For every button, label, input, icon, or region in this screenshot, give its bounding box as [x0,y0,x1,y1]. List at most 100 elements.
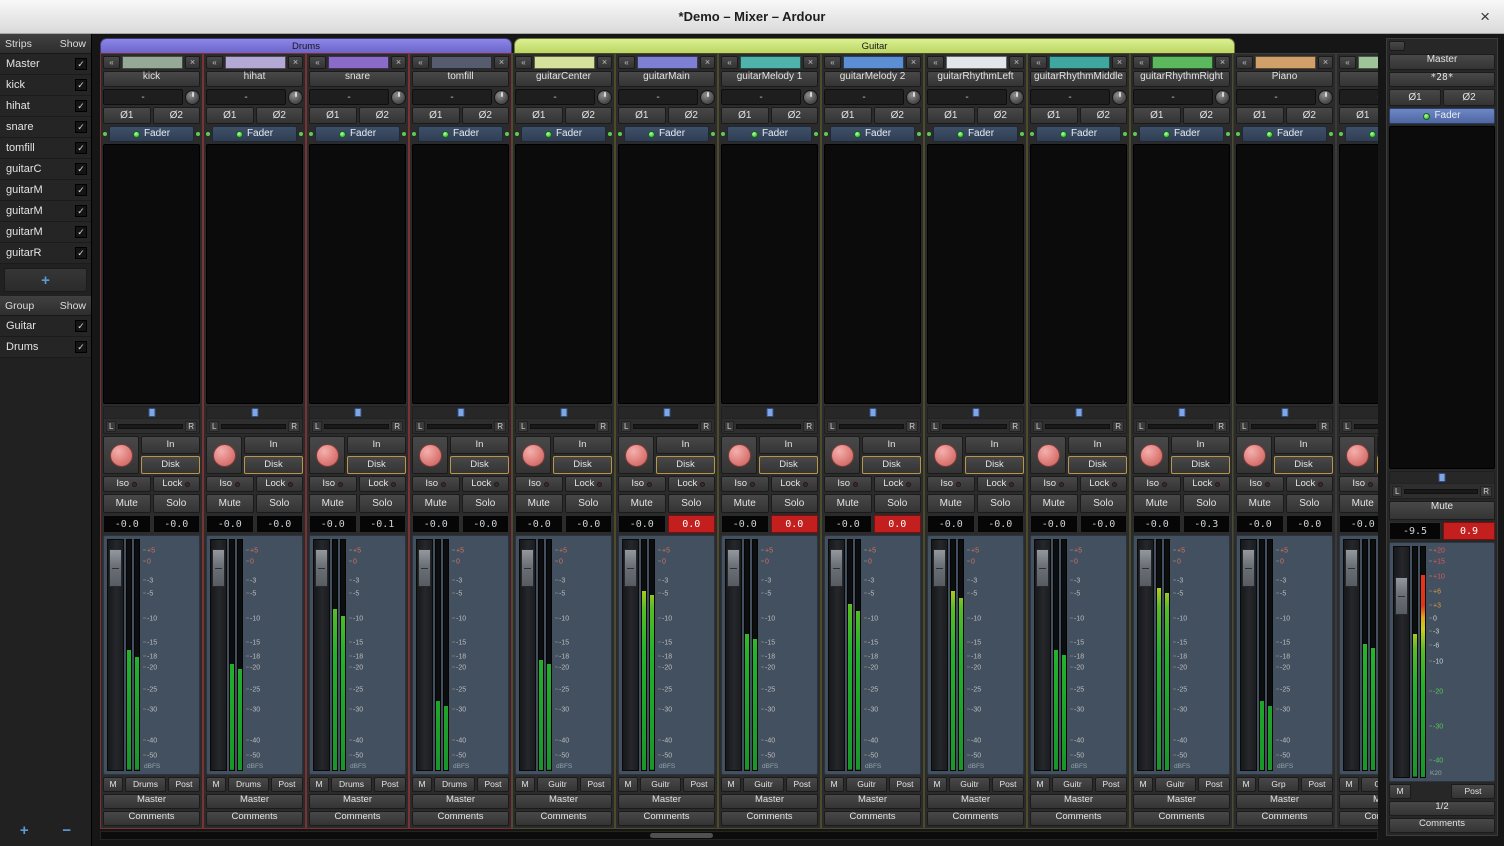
record-enable-button[interactable] [824,436,860,474]
strip-color-swatch[interactable] [1152,56,1213,69]
strip-name-button[interactable]: Piano [1236,71,1333,87]
solo-isolate-button[interactable]: Iso [309,476,357,492]
master-io-button[interactable]: *28* [1389,72,1495,87]
pan-track[interactable] [942,424,1007,429]
meter-position-button[interactable]: Post [1095,777,1127,792]
trim-display[interactable]: - [515,89,595,105]
strip-narrow-button[interactable]: « [618,56,635,69]
fader-processor-button[interactable]: Fader [1345,126,1378,142]
pan-position-track[interactable]: L R [722,419,817,433]
gain-fader[interactable] [210,539,227,771]
visible-checkbox[interactable]: ✓ [75,226,87,238]
phase-1-button[interactable]: Ø1 [1339,107,1378,124]
gain-fader[interactable] [1240,539,1257,771]
meter-position-button[interactable]: Post [1198,777,1230,792]
group-button[interactable]: Grp [1258,777,1299,792]
group-button[interactable]: Guitr [1052,777,1093,792]
processor-box[interactable] [1236,144,1333,404]
fader-processor-button[interactable]: Fader [521,126,606,142]
pan-track[interactable] [633,424,698,429]
master-comments-button[interactable]: Comments [1389,818,1495,833]
peak-display[interactable]: -0.1 [359,515,407,533]
group-list-row-guitar[interactable]: Guitar ✓ [0,316,91,337]
processor-box[interactable] [618,144,715,404]
fader-processor-button[interactable]: Fader [109,126,194,142]
visible-checkbox[interactable]: ✓ [75,121,87,133]
peak-display[interactable]: -0.0 [256,515,304,533]
gain-display[interactable]: -0.0 [309,515,357,533]
strip-color-swatch[interactable] [431,56,492,69]
window-close-icon[interactable]: × [1480,7,1490,27]
strip-list-row-guitarm[interactable]: guitarM ✓ [0,180,91,201]
trim-knob[interactable] [803,90,818,105]
panner[interactable]: L R [1236,406,1333,434]
metering-point-button[interactable]: M [1236,777,1256,792]
pan-position-track[interactable]: L R [1237,419,1332,433]
pan-width-track[interactable] [1031,407,1126,419]
gain-display[interactable]: -0.0 [1030,515,1078,533]
comments-button[interactable]: Comments [412,811,509,826]
processor-box[interactable] [824,144,921,404]
solo-button[interactable]: Solo [874,494,922,513]
mute-button[interactable]: Mute [206,494,254,513]
mute-button[interactable]: Mute [515,494,563,513]
mute-button[interactable]: Mute [103,494,151,513]
trim-display[interactable]: - [412,89,492,105]
solo-isolate-button[interactable]: Iso [824,476,872,492]
processor-box[interactable] [721,144,818,404]
fader-handle[interactable] [1345,549,1358,587]
solo-button[interactable]: Solo [1183,494,1231,513]
gain-display[interactable]: -0.0 [412,515,460,533]
metering-point-button[interactable]: M [1133,777,1153,792]
pan-width-track[interactable] [516,407,611,419]
output-button[interactable]: Master [1339,794,1378,809]
phase-2-button[interactable]: Ø2 [462,107,510,124]
visible-checkbox[interactable]: ✓ [75,320,87,332]
strip-narrow-button[interactable]: « [1236,56,1253,69]
monitor-input-button[interactable]: In [862,436,921,454]
record-enable-button[interactable] [1030,436,1066,474]
comments-button[interactable]: Comments [206,811,303,826]
pan-handle[interactable] [869,408,876,417]
pan-position-track[interactable]: L R [928,419,1023,433]
solo-button[interactable]: Solo [1080,494,1128,513]
gain-fader[interactable] [1343,539,1360,771]
master-output-button[interactable]: 1/2 [1389,801,1495,816]
pan-track[interactable] [1148,424,1213,429]
meter-position-button[interactable]: Post [271,777,303,792]
master-fader-processor-button[interactable]: Fader [1389,108,1495,124]
pan-handle[interactable] [766,408,773,417]
solo-lock-button[interactable]: Lock [1080,476,1128,492]
gain-display[interactable]: -0.0 [1133,515,1181,533]
fader-processor-button[interactable]: Fader [418,126,503,142]
pan-position-track[interactable]: L R [1031,419,1126,433]
record-enable-button[interactable] [1236,436,1272,474]
comments-button[interactable]: Comments [309,811,406,826]
record-enable-button[interactable] [103,436,139,474]
processor-box[interactable] [1133,144,1230,404]
mute-button[interactable]: Mute [927,494,975,513]
pan-track[interactable] [1045,424,1110,429]
panner[interactable]: L R [618,406,715,434]
fader-handle[interactable] [109,549,122,587]
record-enable-button[interactable] [206,436,242,474]
pan-track[interactable] [1354,424,1378,429]
trim-display[interactable]: - [1133,89,1213,105]
fader-processor-button[interactable]: Fader [315,126,400,142]
strip-color-swatch[interactable] [946,56,1007,69]
panner[interactable]: L R [927,406,1024,434]
master-gain-fader[interactable] [1393,546,1410,778]
solo-lock-button[interactable]: Lock [1183,476,1231,492]
fader-processor-button[interactable]: Fader [1139,126,1224,142]
pan-position-track[interactable]: L R [1390,484,1494,498]
group-button[interactable]: Guitr [640,777,681,792]
visible-checkbox[interactable]: ✓ [75,79,87,91]
mute-button[interactable]: Mute [309,494,357,513]
processor-box[interactable] [103,144,200,404]
strip-hide-button[interactable]: × [597,56,612,69]
monitor-disk-button[interactable]: Disk [553,456,612,474]
fader-processor-button[interactable]: Fader [212,126,297,142]
fader-handle[interactable] [418,549,431,587]
output-button[interactable]: Master [721,794,818,809]
monitor-disk-button[interactable]: Disk [1171,456,1230,474]
